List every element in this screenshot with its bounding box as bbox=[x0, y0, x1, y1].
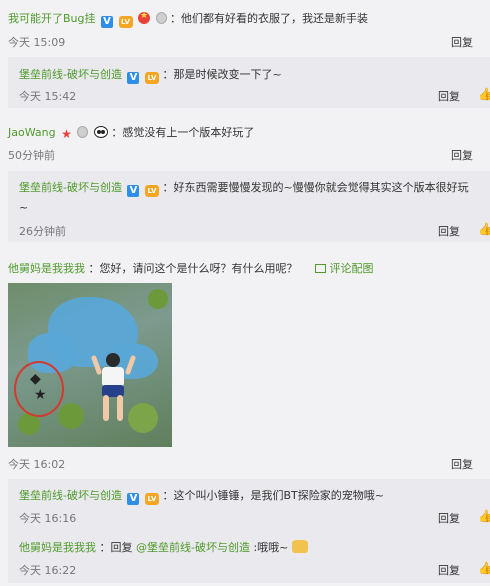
level-icon: LV bbox=[144, 493, 159, 505]
reply-username[interactable]: 堡垒前线-破坏与创造 bbox=[19, 68, 122, 81]
thumbs-up-icon[interactable]: 👍 bbox=[478, 87, 490, 101]
image-link-label: 评论配图 bbox=[329, 262, 374, 275]
reply-text: ：好东西需要慢慢发现的~慢慢你就会觉得其实这个版本很好玩 bbox=[162, 181, 469, 194]
reply-1-1: 堡垒前线-破坏与创造 V LV ：那是时候改变一下了~ bbox=[19, 66, 282, 84]
image-icon bbox=[315, 264, 326, 273]
sub-reply-box: 堡垒前线-破坏与创造 V LV ：好东西需要慢慢发现的~慢慢你就会觉得其实这个版… bbox=[8, 171, 490, 242]
thumbs-up-icon[interactable]: 👍 bbox=[478, 222, 490, 236]
comment-3: 他舅妈是我我我 ：您好，请问这个是什么呀？有什么用呢？ 评论配图 bbox=[8, 260, 374, 276]
star-icon: ★ bbox=[61, 127, 72, 141]
reply-text: ：这个叫小锤锤，是我们BT探险家的宠物哦~ bbox=[162, 489, 384, 502]
reply-button[interactable]: 回复 bbox=[438, 88, 460, 104]
reply-button[interactable]: 回复 bbox=[438, 562, 460, 578]
comment-text: ：感觉没有上一个版本好玩了 bbox=[111, 126, 255, 139]
level-icon: LV bbox=[144, 72, 159, 84]
medal-icon bbox=[155, 12, 167, 24]
thumbs-up-icon[interactable]: 👍 bbox=[478, 561, 490, 575]
thumbs-up-icon[interactable]: 👍 bbox=[478, 509, 490, 523]
thumbs-up-emoji-icon bbox=[291, 540, 308, 553]
reply-button[interactable]: 回复 bbox=[451, 147, 473, 163]
verified-icon: V bbox=[101, 16, 114, 28]
reply-3-2: 他舅妈是我我我 ：回复 @堡垒前线-破坏与创造 :哦哦~ bbox=[19, 539, 308, 555]
comment-time: 今天 15:09 bbox=[8, 36, 66, 49]
reply-text-suffix: :哦哦~ bbox=[253, 541, 289, 554]
comment-image[interactable]: ◆ ★ bbox=[8, 283, 172, 447]
level-icon: LV bbox=[144, 185, 159, 197]
comment-username[interactable]: 他舅妈是我我我 bbox=[8, 262, 85, 275]
comment-time: 50分钟前 bbox=[8, 149, 55, 162]
comment-username[interactable]: 我可能开了Bug挂 bbox=[8, 12, 96, 25]
reply-text-continued: ~ bbox=[19, 201, 29, 214]
comment-time: 今天 16:02 bbox=[8, 458, 66, 471]
crown-medal-icon bbox=[138, 11, 151, 24]
reply-button[interactable]: 回复 bbox=[438, 510, 460, 526]
reply-time: 今天 16:16 bbox=[19, 512, 77, 525]
reply-2-1: 堡垒前线-破坏与创造 V LV ：好东西需要慢慢发现的~慢慢你就会觉得其实这个版… bbox=[19, 179, 469, 197]
comment-2: JaoWang ★ ：感觉没有上一个版本好玩了 bbox=[8, 124, 254, 141]
reply-time: 今天 15:42 bbox=[19, 90, 77, 103]
reply-button[interactable]: 回复 bbox=[438, 223, 460, 239]
reply-username[interactable]: 堡垒前线-破坏与创造 bbox=[19, 181, 122, 194]
reply-3-1: 堡垒前线-破坏与创造 V LV ：这个叫小锤锤，是我们BT探险家的宠物哦~ bbox=[19, 487, 384, 505]
reply-button[interactable]: 回复 bbox=[451, 34, 473, 50]
reply-button[interactable]: 回复 bbox=[451, 456, 473, 472]
reply-text: ：那是时候改变一下了~ bbox=[162, 68, 282, 81]
comment-username[interactable]: JaoWang bbox=[8, 126, 56, 139]
sub-reply-box: 堡垒前线-破坏与创造 V LV ：这个叫小锤锤，是我们BT探险家的宠物哦~ 今天… bbox=[8, 479, 490, 583]
reply-time: 今天 16:22 bbox=[19, 564, 77, 577]
reply-username[interactable]: 他舅妈是我我我 bbox=[19, 541, 96, 554]
panda-icon bbox=[93, 126, 108, 138]
image-link[interactable]: 评论配图 bbox=[315, 262, 374, 275]
verified-icon: V bbox=[127, 185, 140, 197]
reply-text-prefix: ：回复 bbox=[99, 541, 133, 554]
mention-link[interactable]: @堡垒前线-破坏与创造 bbox=[136, 541, 250, 554]
reply-username[interactable]: 堡垒前线-破坏与创造 bbox=[19, 489, 122, 502]
reply-time: 26分钟前 bbox=[19, 225, 66, 238]
comment-text: ：他们都有好看的衣服了，我还是新手装 bbox=[170, 12, 369, 25]
comment-1: 我可能开了Bug挂 V LV ：他们都有好看的衣服了，我还是新手装 bbox=[8, 10, 368, 28]
verified-icon: V bbox=[127, 72, 140, 84]
level-icon: LV bbox=[118, 16, 133, 28]
sub-reply-box: 堡垒前线-破坏与创造 V LV ：那是时候改变一下了~ 今天 15:42 回复 … bbox=[8, 57, 490, 108]
verified-icon: V bbox=[127, 493, 140, 505]
medal-icon bbox=[77, 126, 89, 138]
comment-text: ：您好，请问这个是什么呀？有什么用呢？ bbox=[88, 262, 298, 275]
